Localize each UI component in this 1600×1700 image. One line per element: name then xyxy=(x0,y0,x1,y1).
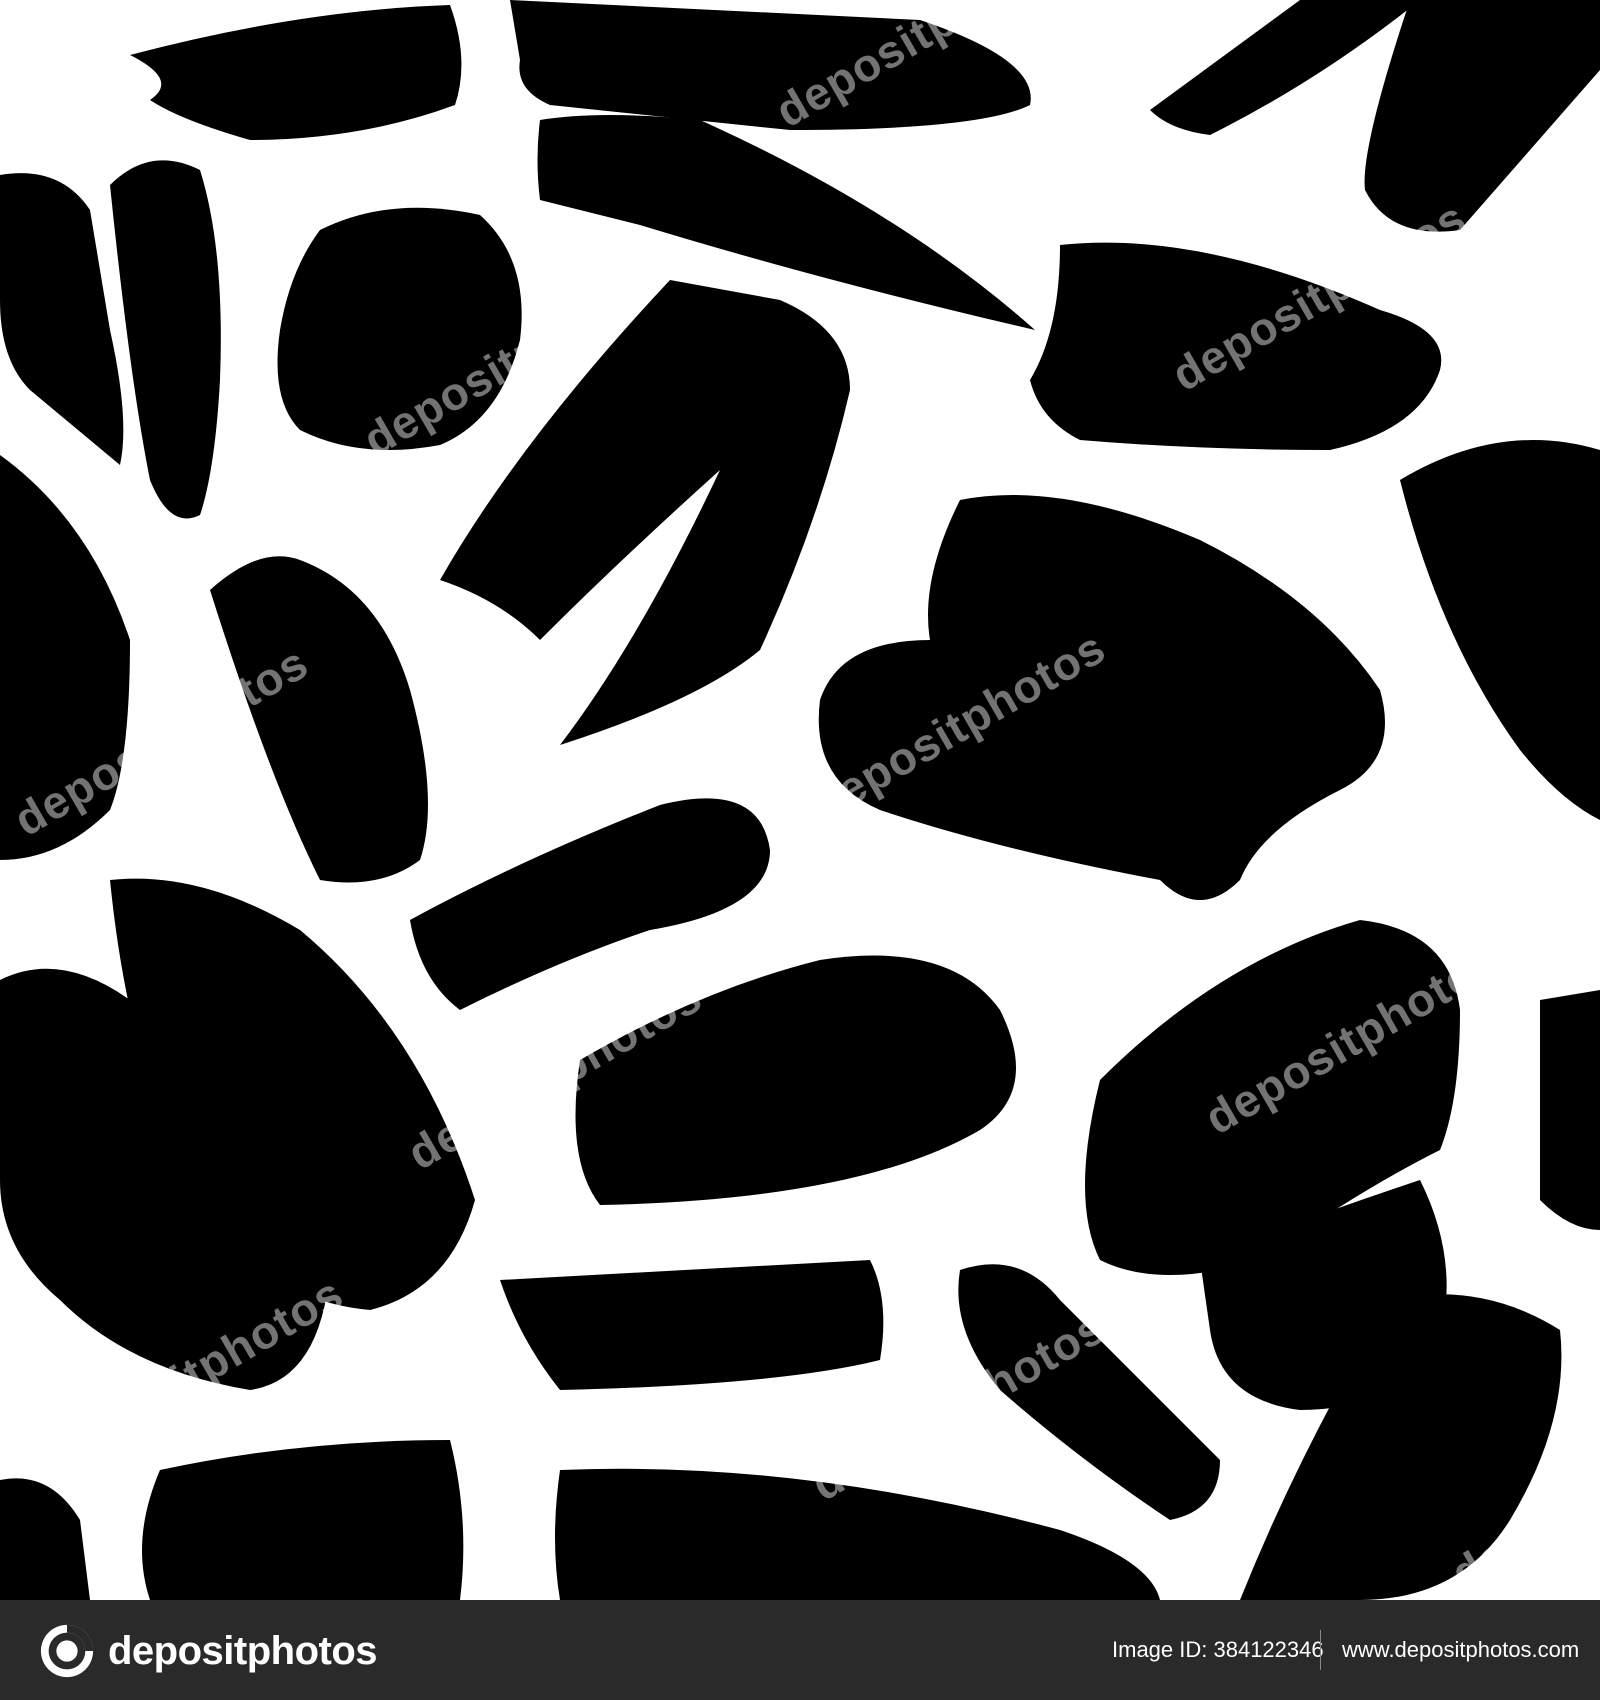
brand-logo[interactable]: depositphotos xyxy=(38,1622,378,1680)
site-url-link[interactable]: www.depositphotos.com xyxy=(1342,1600,1579,1700)
brush-stroke xyxy=(1540,990,1600,1230)
brush-stroke-pattern: depositphotos depositphotos depositphoto… xyxy=(0,0,1600,1600)
brush-stroke xyxy=(142,1440,464,1600)
brand-name: depositphotos xyxy=(108,1628,378,1673)
footer-bar: depositphotos Image ID: 384122346 www.de… xyxy=(0,1600,1600,1700)
footer-divider xyxy=(1320,1630,1321,1670)
brush-stroke xyxy=(500,1260,884,1390)
depositphotos-logo-icon xyxy=(40,1624,94,1678)
image-id-label: Image ID: 384122346 xyxy=(1112,1637,1324,1662)
